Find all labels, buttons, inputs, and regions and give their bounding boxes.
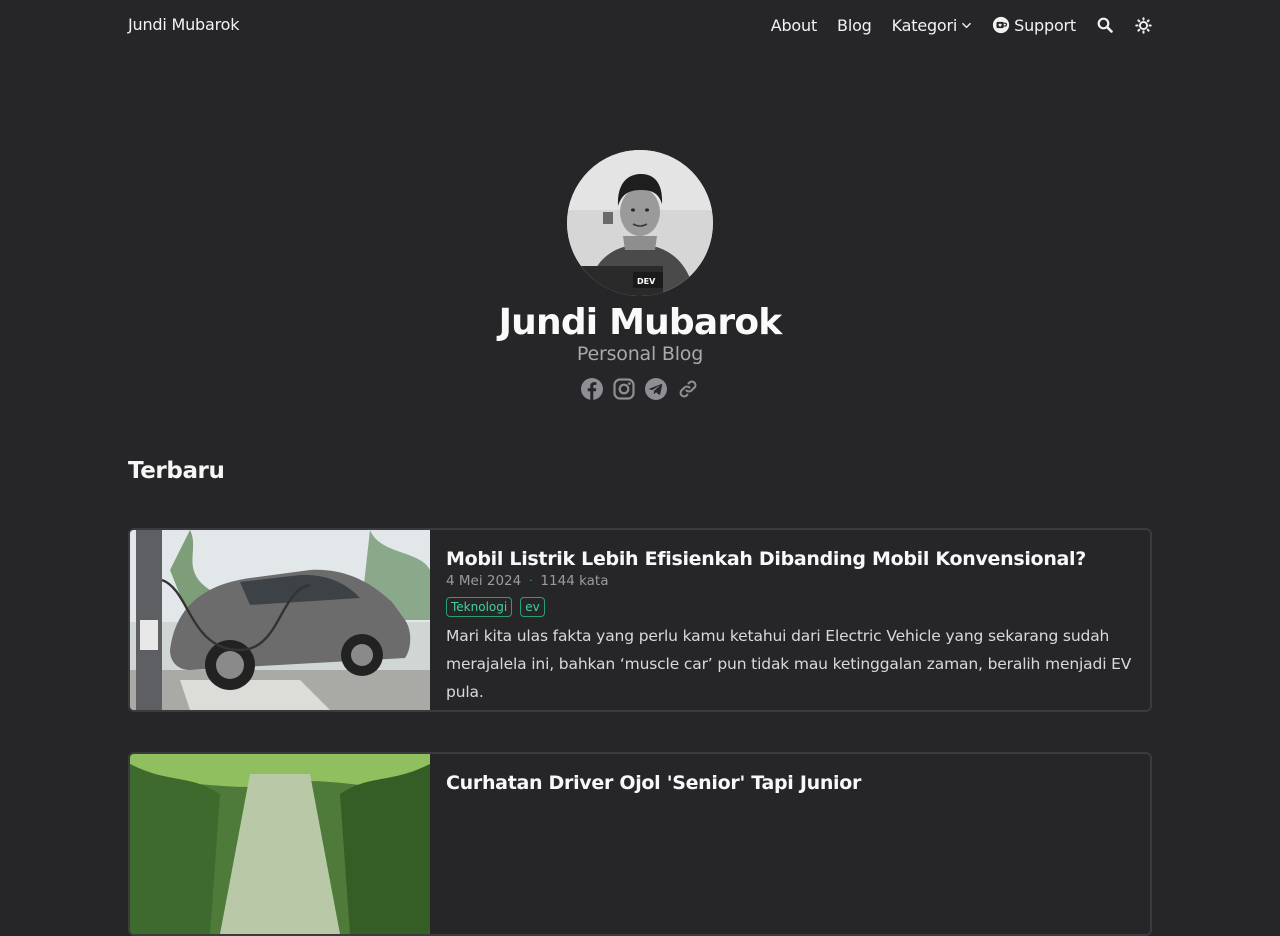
facebook-icon[interactable] xyxy=(580,377,604,401)
post-thumbnail-ev-car xyxy=(130,530,430,710)
social-links xyxy=(580,377,700,401)
post-tags: Teknologi ev xyxy=(446,597,1134,617)
main-nav: About Blog Kategori Support xyxy=(771,14,1152,36)
post-card[interactable]: Mobil Listrik Lebih Efisienkah Dibanding… xyxy=(128,528,1152,712)
profile-hero: DEV Jundi Mubarok Personal Blog xyxy=(0,150,1280,401)
profile-name: Jundi Mubarok xyxy=(498,302,783,343)
post-title-link[interactable]: Curhatan Driver Ojol 'Senior' Tapi Junio… xyxy=(446,770,1134,796)
top-navbar: Jundi Mubarok About Blog Kategori Suppor… xyxy=(0,0,1280,52)
nav-kategori-dropdown[interactable]: Kategori xyxy=(892,16,973,35)
tag-teknologi[interactable]: Teknologi xyxy=(446,597,513,617)
nav-support-label: Support xyxy=(1014,15,1076,35)
post-thumbnail-road-trees xyxy=(130,754,430,934)
site-brand-link[interactable]: Jundi Mubarok xyxy=(128,15,239,34)
link-icon[interactable] xyxy=(676,377,700,401)
post-card-body: Curhatan Driver Ojol 'Senior' Tapi Junio… xyxy=(430,754,1150,934)
kofi-cup-icon xyxy=(992,16,1010,34)
post-card[interactable]: Curhatan Driver Ojol 'Senior' Tapi Junio… xyxy=(128,752,1152,936)
svg-text:DEV: DEV xyxy=(637,277,656,286)
meta-separator: · xyxy=(529,575,533,587)
telegram-icon[interactable] xyxy=(644,377,668,401)
profile-subtitle: Personal Blog xyxy=(576,343,704,365)
theme-toggle-sun-icon[interactable] xyxy=(1134,14,1152,36)
nav-kategori-label: Kategori xyxy=(891,15,958,35)
search-icon[interactable] xyxy=(1096,14,1114,36)
avatar: DEV xyxy=(567,150,713,296)
post-card-body: Mobil Listrik Lebih Efisienkah Dibanding… xyxy=(430,530,1150,710)
post-title-link[interactable]: Mobil Listrik Lebih Efisienkah Dibanding… xyxy=(446,546,1134,572)
post-date: 4 Mei 2024 xyxy=(446,573,522,589)
section-title-latest: Terbaru xyxy=(128,458,225,484)
nav-blog-link[interactable]: Blog xyxy=(837,16,872,35)
tag-ev[interactable]: ev xyxy=(520,597,545,617)
post-meta: 4 Mei 2024 · 1144 kata xyxy=(446,573,1134,589)
post-word-count: 1144 kata xyxy=(540,573,609,589)
nav-support-link[interactable]: Support xyxy=(992,16,1076,35)
post-excerpt: Mari kita ulas fakta yang perlu kamu ket… xyxy=(446,627,1132,701)
nav-about-link[interactable]: About xyxy=(771,16,818,35)
chevron-down-icon xyxy=(961,20,972,31)
instagram-icon[interactable] xyxy=(612,377,636,401)
